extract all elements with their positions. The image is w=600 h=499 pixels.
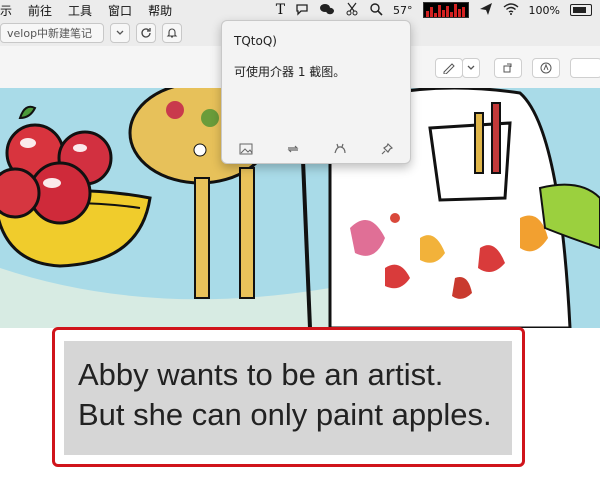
rotate-icon xyxy=(503,63,512,73)
loop-icon[interactable] xyxy=(285,141,301,157)
temperature-readout: 57° xyxy=(393,3,413,17)
subtitle-line-1: Abby wants to be an artist. xyxy=(78,357,444,392)
subtitle-box: Abby wants to be an artist. But she can … xyxy=(64,341,512,455)
chat-icon[interactable] xyxy=(295,2,309,19)
notification-button[interactable] xyxy=(162,23,182,43)
highlight-options-button[interactable] xyxy=(462,58,480,78)
popup-title: TQtoQ) xyxy=(234,34,277,48)
chevron-down-icon xyxy=(467,65,475,70)
image-icon[interactable] xyxy=(238,141,254,157)
menu-item-go[interactable]: 前往 xyxy=(28,2,52,19)
markup-icon xyxy=(540,62,552,74)
battery-percent: 100% xyxy=(528,3,560,17)
dropdown-button[interactable] xyxy=(110,23,130,43)
battery-icon[interactable] xyxy=(570,4,592,16)
pen-icon xyxy=(443,63,455,74)
cpu-graph-icon[interactable] xyxy=(422,2,469,18)
tab-title-field[interactable]: velop中新建笔记 xyxy=(0,23,104,43)
send-icon[interactable] xyxy=(479,2,493,19)
rotate-button[interactable] xyxy=(494,58,522,78)
share-button[interactable] xyxy=(570,58,600,78)
scissors-icon[interactable] xyxy=(345,2,359,19)
refresh-icon xyxy=(141,28,151,38)
typeset-icon[interactable]: T xyxy=(276,2,285,18)
markup-button[interactable] xyxy=(532,58,560,78)
menu-item-help[interactable]: 帮助 xyxy=(148,2,172,19)
menu-item-tools[interactable]: 工具 xyxy=(68,2,92,19)
pin-icon[interactable] xyxy=(379,141,395,157)
search-icon[interactable] xyxy=(369,2,383,19)
wifi-icon[interactable] xyxy=(503,2,519,18)
tab-title: velop中新建笔记 xyxy=(7,27,93,40)
subtitle-line-2: But she can only paint apples. xyxy=(78,397,492,432)
bell-icon xyxy=(166,28,178,38)
highlight-button[interactable] xyxy=(435,58,463,78)
menu-item-window[interactable]: 窗口 xyxy=(108,2,132,19)
chevron-down-icon xyxy=(116,30,124,35)
menu-bar: 示 前往 工具 窗口 帮助 T 57° 100% xyxy=(0,0,600,21)
wechat-icon[interactable] xyxy=(319,2,335,19)
menu-item-show[interactable]: 示 xyxy=(0,2,12,19)
pet-icon[interactable] xyxy=(332,141,348,157)
refresh-button[interactable] xyxy=(136,23,156,43)
notification-popup: TQtoQ) 可使用介器 1 截图。 xyxy=(221,20,411,164)
popup-message: 可使用介器 1 截图。 xyxy=(234,65,346,79)
